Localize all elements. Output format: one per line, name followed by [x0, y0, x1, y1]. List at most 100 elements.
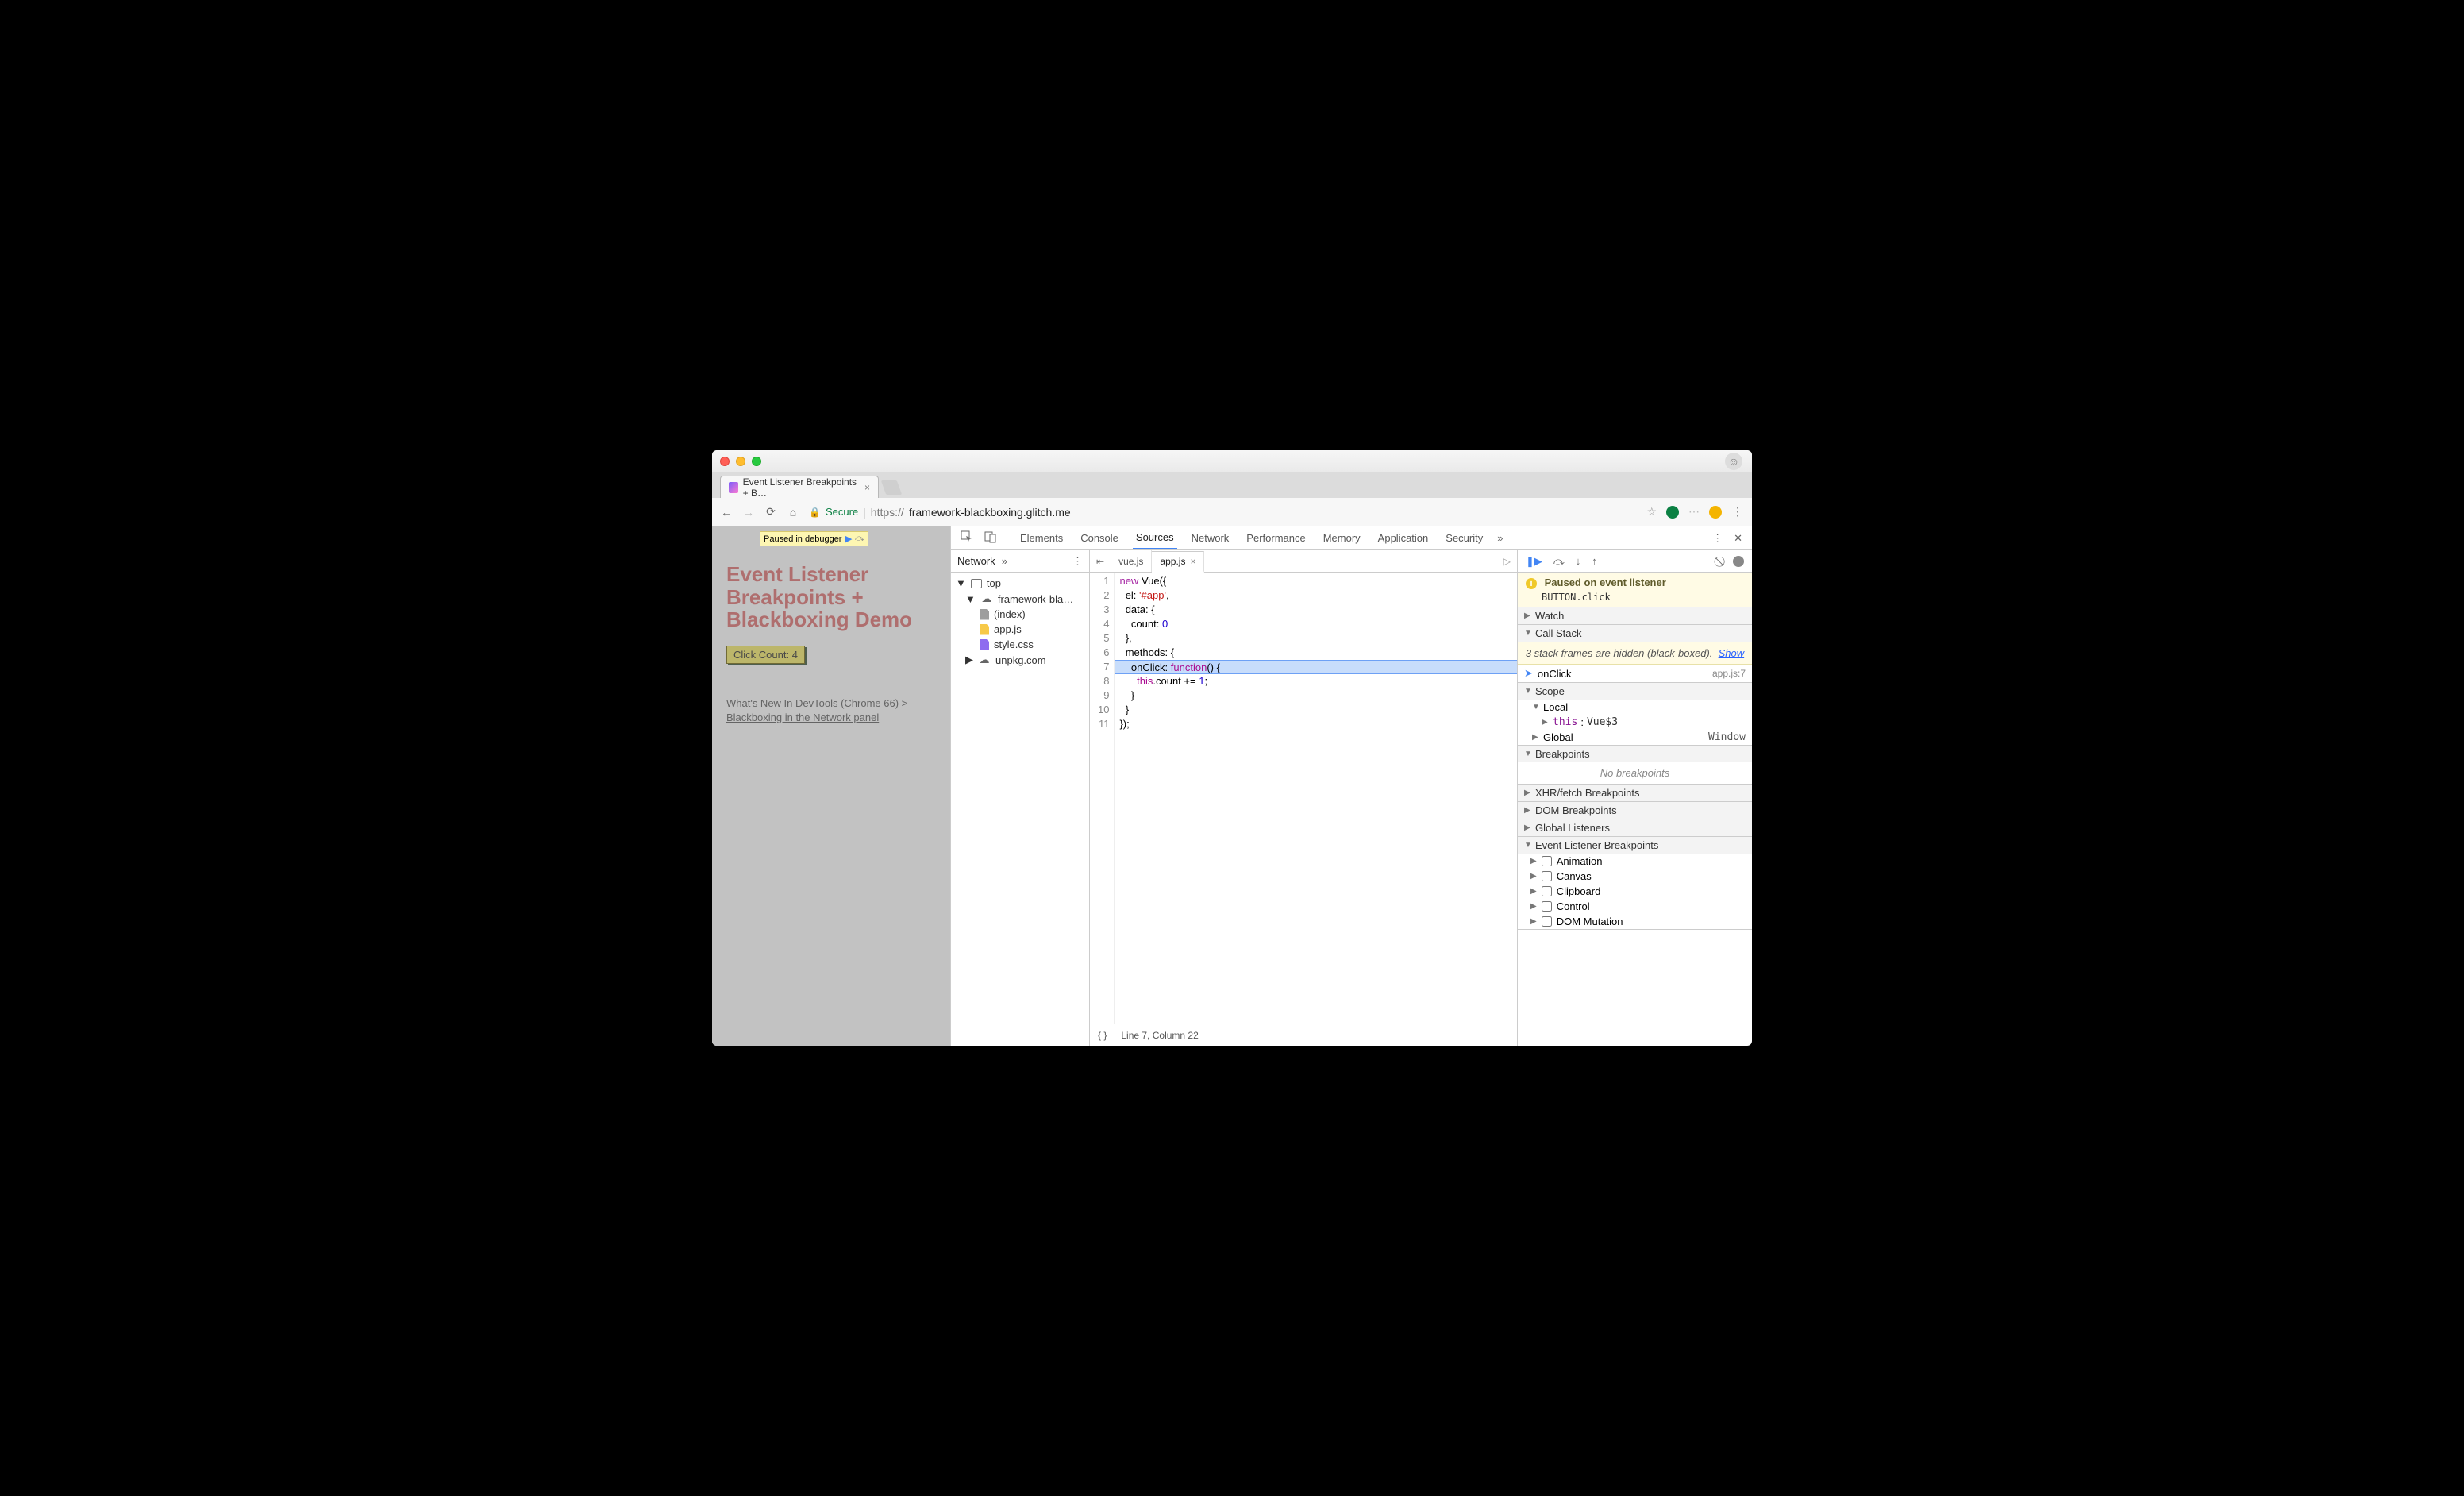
- run-snippet-icon[interactable]: ▷: [1497, 556, 1517, 567]
- window-minimize-button[interactable]: [736, 457, 745, 466]
- editor-tab-vuejs[interactable]: vue.js: [1111, 550, 1152, 572]
- navigator-menu-icon[interactable]: ⋮: [1072, 555, 1083, 568]
- elb-checkbox[interactable]: [1542, 901, 1552, 912]
- devtools-tab-bar: Elements Console Sources Network Perform…: [951, 526, 1752, 550]
- pretty-print-icon[interactable]: { }: [1098, 1030, 1107, 1041]
- tab-memory[interactable]: Memory: [1320, 526, 1364, 549]
- overlay-step-icon[interactable]: ⤼: [855, 534, 864, 544]
- back-button[interactable]: ←: [720, 506, 733, 519]
- elb-category[interactable]: ▶Clipboard: [1518, 884, 1752, 899]
- omnibox[interactable]: 🔒 Secure | https://framework-blackboxing…: [809, 506, 1637, 519]
- resume-script-icon[interactable]: ❚▶: [1526, 555, 1542, 568]
- browser-tab[interactable]: Event Listener Breakpoints + B… ×: [720, 476, 879, 498]
- favicon-icon: [729, 482, 738, 493]
- step-out-icon[interactable]: ↑: [1592, 555, 1597, 567]
- execution-line: onClick: function() {: [1115, 660, 1517, 674]
- elb-checkbox[interactable]: [1542, 916, 1552, 927]
- paused-in-debugger-overlay: Paused in debugger ▶ ⤼: [760, 531, 868, 546]
- section-scope[interactable]: ▼Scope: [1518, 683, 1752, 700]
- extension-icon[interactable]: [1666, 506, 1679, 519]
- cloud-icon: ☁: [978, 654, 991, 666]
- tree-file-appjs[interactable]: app.js: [951, 622, 1089, 637]
- traffic-lights: [720, 457, 761, 466]
- extension-icon[interactable]: [1709, 506, 1722, 519]
- line-gutter[interactable]: 1234567891011: [1090, 573, 1115, 1024]
- no-breakpoints-label: No breakpoints: [1518, 762, 1752, 784]
- profile-avatar-icon[interactable]: ☺: [1725, 453, 1742, 470]
- file-icon: [980, 624, 989, 635]
- elb-checkbox[interactable]: [1542, 871, 1552, 881]
- close-tab-icon[interactable]: ×: [1190, 556, 1195, 567]
- code-area[interactable]: 1234567891011 new Vue({ el: '#app', data…: [1090, 573, 1517, 1024]
- section-global-listeners[interactable]: ▶Global Listeners: [1518, 819, 1752, 836]
- content-area: Paused in debugger ▶ ⤼ Event Listener Br…: [712, 526, 1752, 1046]
- pause-dim-overlay: [712, 526, 950, 1046]
- section-watch[interactable]: ▶Watch: [1518, 607, 1752, 624]
- reload-button[interactable]: ⟳: [764, 505, 777, 519]
- tab-strip: Event Listener Breakpoints + B… ×: [712, 472, 1752, 498]
- section-xhr-breakpoints[interactable]: ▶XHR/fetch Breakpoints: [1518, 785, 1752, 801]
- tree-domain-unpkg[interactable]: ▶☁unpkg.com: [951, 652, 1089, 668]
- tab-sources[interactable]: Sources: [1133, 526, 1177, 549]
- extension-icon[interactable]: ⋯: [1688, 505, 1700, 519]
- home-button[interactable]: ⌂: [787, 506, 799, 519]
- section-dom-breakpoints[interactable]: ▶DOM Breakpoints: [1518, 802, 1752, 819]
- section-event-listener-breakpoints[interactable]: ▼Event Listener Breakpoints: [1518, 837, 1752, 854]
- bookmark-star-icon[interactable]: ☆: [1646, 505, 1657, 519]
- tab-performance[interactable]: Performance: [1243, 526, 1308, 549]
- devtools-close-icon[interactable]: ✕: [1734, 532, 1742, 545]
- section-breakpoints[interactable]: ▼Breakpoints: [1518, 746, 1752, 762]
- step-into-icon[interactable]: ↓: [1576, 555, 1581, 567]
- tree-file-stylecss[interactable]: style.css: [951, 637, 1089, 652]
- chrome-menu-icon[interactable]: ⋮: [1731, 505, 1744, 519]
- scope-this[interactable]: ▶this:Vue$3: [1518, 715, 1752, 730]
- step-over-icon[interactable]: ⤼: [1553, 555, 1565, 568]
- elb-checkbox[interactable]: [1542, 886, 1552, 896]
- tree-domain[interactable]: ▼☁framework-bla…: [951, 591, 1089, 607]
- secure-label: Secure: [826, 506, 858, 518]
- file-icon: [980, 609, 989, 620]
- section-call-stack[interactable]: ▼Call Stack: [1518, 625, 1752, 642]
- window-close-button[interactable]: [720, 457, 730, 466]
- device-toolbar-icon[interactable]: [984, 530, 997, 546]
- scope-global[interactable]: ▶GlobalWindow: [1518, 730, 1752, 745]
- blackbox-show-link[interactable]: Show: [1719, 647, 1745, 659]
- elb-category[interactable]: ▶Control: [1518, 899, 1752, 914]
- elb-category[interactable]: ▶Animation: [1518, 854, 1752, 869]
- tab-elements[interactable]: Elements: [1017, 526, 1066, 549]
- tab-close-icon[interactable]: ×: [864, 482, 870, 493]
- overlay-resume-icon[interactable]: ▶: [845, 534, 851, 544]
- forward-button[interactable]: →: [742, 506, 755, 519]
- navigator-tab-network[interactable]: Network: [957, 555, 995, 567]
- window-titlebar: ☺: [712, 450, 1752, 472]
- tree-top[interactable]: ▼top: [951, 576, 1089, 591]
- scope-local[interactable]: ▼Local: [1518, 700, 1752, 715]
- address-bar: ← → ⟳ ⌂ 🔒 Secure | https://framework-bla…: [712, 498, 1752, 526]
- code-lines: new Vue({ el: '#app', data: { count: 0 }…: [1115, 573, 1517, 1024]
- pause-on-exceptions-icon[interactable]: [1733, 556, 1744, 567]
- inspect-element-icon[interactable]: [961, 530, 973, 546]
- debugger-sidebar: ❚▶ ⤼ ↓ ↑ ⃠ i Paused on event listener BU…: [1518, 550, 1752, 1046]
- navigator-overflow-icon[interactable]: »: [1002, 555, 1007, 567]
- tab-console[interactable]: Console: [1077, 526, 1122, 549]
- editor-tab-appjs[interactable]: app.js×: [1152, 551, 1204, 573]
- tree-file-index[interactable]: (index): [951, 607, 1089, 622]
- tab-application[interactable]: Application: [1375, 526, 1432, 549]
- toggle-navigator-icon[interactable]: ⇤: [1090, 556, 1111, 567]
- elb-category[interactable]: ▶DOM Mutation: [1518, 914, 1752, 929]
- editor-tabs: ⇤ vue.js app.js× ▷: [1090, 550, 1517, 573]
- browser-window: ☺ Event Listener Breakpoints + B… × ← → …: [712, 450, 1752, 1046]
- elb-category[interactable]: ▶Canvas: [1518, 869, 1752, 884]
- tab-network[interactable]: Network: [1188, 526, 1233, 549]
- devtools-menu-icon[interactable]: ⋮: [1712, 532, 1723, 545]
- elb-checkbox[interactable]: [1542, 856, 1552, 866]
- window-maximize-button[interactable]: [752, 457, 761, 466]
- devtools-panel: Elements Console Sources Network Perform…: [950, 526, 1752, 1046]
- sources-navigator: Network » ⋮ ▼top ▼☁framework-bla… (index…: [951, 550, 1090, 1046]
- stack-frame[interactable]: ➤ onClick app.js:7: [1518, 665, 1752, 682]
- overflow-tabs-icon[interactable]: »: [1497, 532, 1503, 544]
- blackbox-note: 3 stack frames are hidden (black-boxed).…: [1518, 642, 1752, 665]
- new-tab-button[interactable]: [881, 480, 903, 495]
- page-viewport: Paused in debugger ▶ ⤼ Event Listener Br…: [712, 526, 950, 1046]
- tab-security[interactable]: Security: [1442, 526, 1486, 549]
